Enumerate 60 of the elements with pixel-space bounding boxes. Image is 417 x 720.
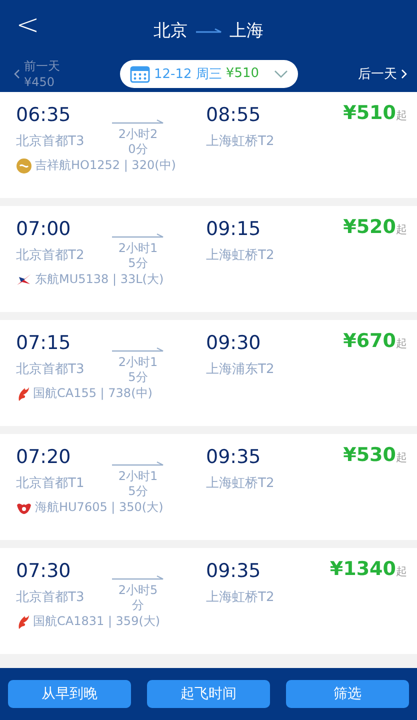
flight-duration: 2小时15分 <box>117 241 159 271</box>
departure-time: 07:00 <box>16 217 72 242</box>
chevron-down-icon <box>274 70 288 78</box>
phoenix-icon <box>16 386 30 402</box>
flight-info: 国航CA1831 | 359(大) <box>33 613 160 630</box>
arrival-airport: 上海虹桥T2 <box>206 247 276 264</box>
price-suffix: 起 <box>396 450 407 465</box>
arrival-time: 09:35 <box>206 445 262 470</box>
flight-info: 国航CA155 | 738(中) <box>33 385 152 402</box>
airline-logo-icon <box>16 500 32 514</box>
next-day-button[interactable]: 后一天 <box>358 64 407 82</box>
chevron-right-icon <box>401 68 407 78</box>
price: ¥520 <box>343 216 396 238</box>
departure-time: 07:20 <box>16 445 72 470</box>
airline-logo-icon <box>16 158 32 174</box>
arrival-airport: 上海虹桥T2 <box>206 475 276 492</box>
departure-airport: 北京首都T3 <box>16 589 86 606</box>
arrival-time: 09:15 <box>206 217 262 242</box>
flight-card[interactable]: 07:15 北京首都T3 2小时15分 09:30 上海浦东T2 ¥670起 国航CA155 | 738(中) <box>0 320 417 426</box>
flight-card[interactable]: 07:20 北京首都T1 2小时15分 09:35 上海虹桥T2 ¥530起 海航HU7605 | 350(大) <box>0 434 417 540</box>
price-suffix: 起 <box>396 222 407 237</box>
previous-day-button[interactable]: 前一天 ¥450 <box>14 58 60 90</box>
price-suffix: 起 <box>396 336 407 351</box>
flight-duration: 2小时15分 <box>117 355 159 385</box>
arrival-time: 08:55 <box>206 103 262 128</box>
departure-time: 06:35 <box>16 103 72 128</box>
arrival-airport: 上海虹桥T2 <box>206 589 276 606</box>
flight-card[interactable]: 07:30 北京首都T3 2小时5分 09:35 上海虹桥T2 ¥1340起 国航CA1831 | 359(大) <box>0 548 417 654</box>
chevron-left-icon <box>14 68 20 78</box>
origin-city: 北京 <box>154 20 188 42</box>
flight-info: 海航HU7605 | 350(大) <box>35 499 164 516</box>
destination-city: 上海 <box>230 20 264 42</box>
flight-info: 东航MU5138 | 33L(大) <box>35 271 164 288</box>
calendar-icon <box>130 64 150 82</box>
arrival-airport: 上海虹桥T2 <box>206 133 276 150</box>
arrival-airport: 上海浦东T2 <box>206 361 276 378</box>
departure-airport: 北京首都T2 <box>16 247 86 264</box>
flight-card[interactable]: 06:35 北京首都T3 2小时20分 08:55 上海虹桥T2 ¥510起 吉祥航HO1252 | 320(中) <box>0 92 417 198</box>
phoenix-icon <box>16 614 30 630</box>
previous-day-label: 前一天 <box>24 58 60 74</box>
price: ¥530 <box>343 444 396 466</box>
back-button[interactable]: < <box>10 8 46 41</box>
price-suffix: 起 <box>396 564 407 579</box>
previous-day-price: ¥450 <box>24 74 56 90</box>
departure-airport: 北京首都T1 <box>16 475 86 492</box>
price: ¥510 <box>343 102 396 124</box>
arrival-time: 09:35 <box>206 559 262 584</box>
departure-time: 07:15 <box>16 331 72 356</box>
departure-airport: 北京首都T3 <box>16 361 86 378</box>
departure-airport: 北京首都T3 <box>16 133 86 150</box>
departure-time: 07:30 <box>16 559 72 584</box>
arrival-time: 09:30 <box>206 331 262 356</box>
flight-duration: 2小时5分 <box>117 583 159 613</box>
flight-duration: 2小时15分 <box>117 469 159 499</box>
price: ¥670 <box>343 330 396 352</box>
price-suffix: 起 <box>396 108 407 123</box>
price: ¥1340 <box>330 558 396 580</box>
flight-card[interactable]: 07:00 北京首都T2 2小时15分 09:15 上海虹桥T2 ¥520起 东航MU5138 | 33L(大) <box>0 206 417 312</box>
flight-duration: 2小时20分 <box>117 127 159 157</box>
flight-info: 吉祥航HO1252 | 320(中) <box>35 157 176 174</box>
